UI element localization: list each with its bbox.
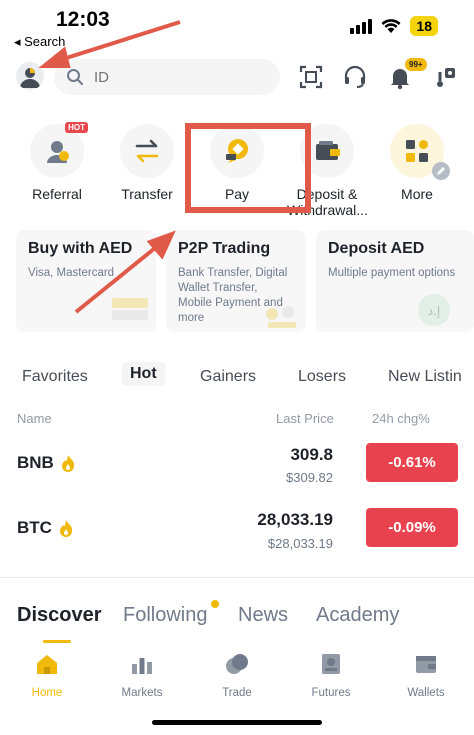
table-row-symbol[interactable]: BNB: [17, 453, 76, 473]
card-title: P2P Trading: [178, 240, 271, 257]
quick-action-transfer[interactable]: Transfer: [107, 124, 187, 202]
search-icon: [67, 69, 83, 85]
signal-icon: [350, 18, 373, 34]
card-subtitle: Visa, Mastercard: [28, 267, 115, 279]
trade-icon: [226, 654, 248, 674]
unread-dot: [211, 600, 219, 608]
futures-icon: [322, 654, 340, 674]
svg-text:إ.د: إ.د: [428, 304, 441, 318]
fiat-price: $309.82: [286, 470, 333, 485]
quick-action-label: Referral: [32, 186, 82, 202]
transfer-icon: [135, 139, 159, 163]
nav-label: Home: [31, 687, 63, 699]
table-row-symbol[interactable]: BTC: [17, 518, 74, 538]
nav-wallets[interactable]: Wallets: [386, 652, 466, 699]
notification-badge: 99+: [405, 58, 427, 71]
last-price: 309.8: [290, 445, 333, 464]
column-header-change: 24h chg%: [372, 411, 430, 426]
change-badge[interactable]: -0.61%: [366, 443, 458, 482]
card-subtitle: Multiple payment options: [328, 267, 456, 279]
nav-label: Wallets: [407, 687, 445, 699]
highlight-box: [185, 123, 311, 213]
tab-discover[interactable]: Discover: [17, 604, 102, 627]
card-p2p-trading[interactable]: P2P Trading Bank Transfer, Digital Walle…: [166, 230, 306, 332]
coin-symbol: BTC: [17, 518, 52, 537]
battery-indicator: 18: [410, 16, 438, 36]
tab-gainers[interactable]: Gainers: [200, 366, 256, 388]
card-buy-with-aed[interactable]: Buy with AED Visa, Mastercard: [16, 230, 156, 332]
card-deposit-aed[interactable]: Deposit AED Multiple payment options إ.د: [316, 230, 474, 332]
home-icon: [37, 655, 57, 674]
scan-icon[interactable]: [298, 64, 324, 90]
tab-favorites[interactable]: Favorites: [22, 366, 88, 388]
card-illustration-icon: [112, 298, 148, 320]
card-illustration-icon: [266, 306, 296, 328]
hot-tag: HOT: [65, 122, 88, 133]
section-divider: [0, 577, 474, 578]
change-badge[interactable]: -0.09%: [366, 508, 458, 547]
quick-action-label: Transfer: [121, 186, 173, 202]
card-title: Buy with AED: [28, 240, 133, 257]
back-to-search-link[interactable]: ◂ Search: [14, 34, 65, 50]
nav-trade[interactable]: Trade: [197, 652, 277, 699]
nav-label: Trade: [222, 687, 252, 699]
tab-losers[interactable]: Losers: [298, 366, 346, 388]
wallet-icon: [416, 656, 436, 673]
column-header-last-price: Last Price: [276, 411, 334, 426]
avatar[interactable]: [16, 62, 44, 90]
search-bar[interactable]: [54, 59, 280, 95]
status-time: 12:03: [56, 8, 110, 31]
tab-new-listings[interactable]: New Listin: [388, 366, 462, 388]
card-illustration-icon: إ.د: [418, 294, 450, 326]
nav-futures[interactable]: Futures: [291, 652, 371, 699]
tab-hot[interactable]: Hot: [122, 362, 165, 386]
status-indicators: 18: [350, 16, 438, 36]
nav-label: Futures: [311, 687, 351, 699]
hot-flame-icon: [59, 520, 73, 537]
search-input[interactable]: [94, 68, 244, 86]
home-indicator: [152, 720, 322, 725]
hot-flame-icon: [61, 455, 74, 472]
wallet-icon: [316, 141, 340, 160]
tab-following[interactable]: Following: [123, 604, 207, 627]
more-grid-icon: [406, 140, 428, 162]
wifi-icon: [381, 19, 401, 33]
active-tab-underline: [43, 640, 71, 643]
gift-share-icon[interactable]: [432, 64, 458, 90]
quick-action-more[interactable]: More: [377, 124, 457, 202]
fiat-price: $28,033.19: [267, 536, 333, 551]
tab-news[interactable]: News: [238, 604, 288, 627]
edit-pencil-icon: [432, 162, 450, 180]
quick-action-referral[interactable]: HOT Referral: [17, 122, 97, 202]
referral-icon: [47, 141, 69, 163]
tab-academy[interactable]: Academy: [316, 604, 399, 627]
card-title: Deposit AED: [328, 240, 425, 257]
quick-action-label: More: [401, 186, 433, 202]
column-header-name: Name: [17, 411, 52, 426]
markets-chart-icon: [132, 658, 152, 674]
last-price: 28,033.19: [257, 510, 333, 529]
nav-markets[interactable]: Markets: [102, 652, 182, 699]
nav-home[interactable]: Home: [7, 652, 87, 699]
coin-symbol: BNB: [17, 453, 54, 472]
support-headset-icon[interactable]: [342, 64, 368, 90]
nav-label: Markets: [121, 687, 163, 699]
